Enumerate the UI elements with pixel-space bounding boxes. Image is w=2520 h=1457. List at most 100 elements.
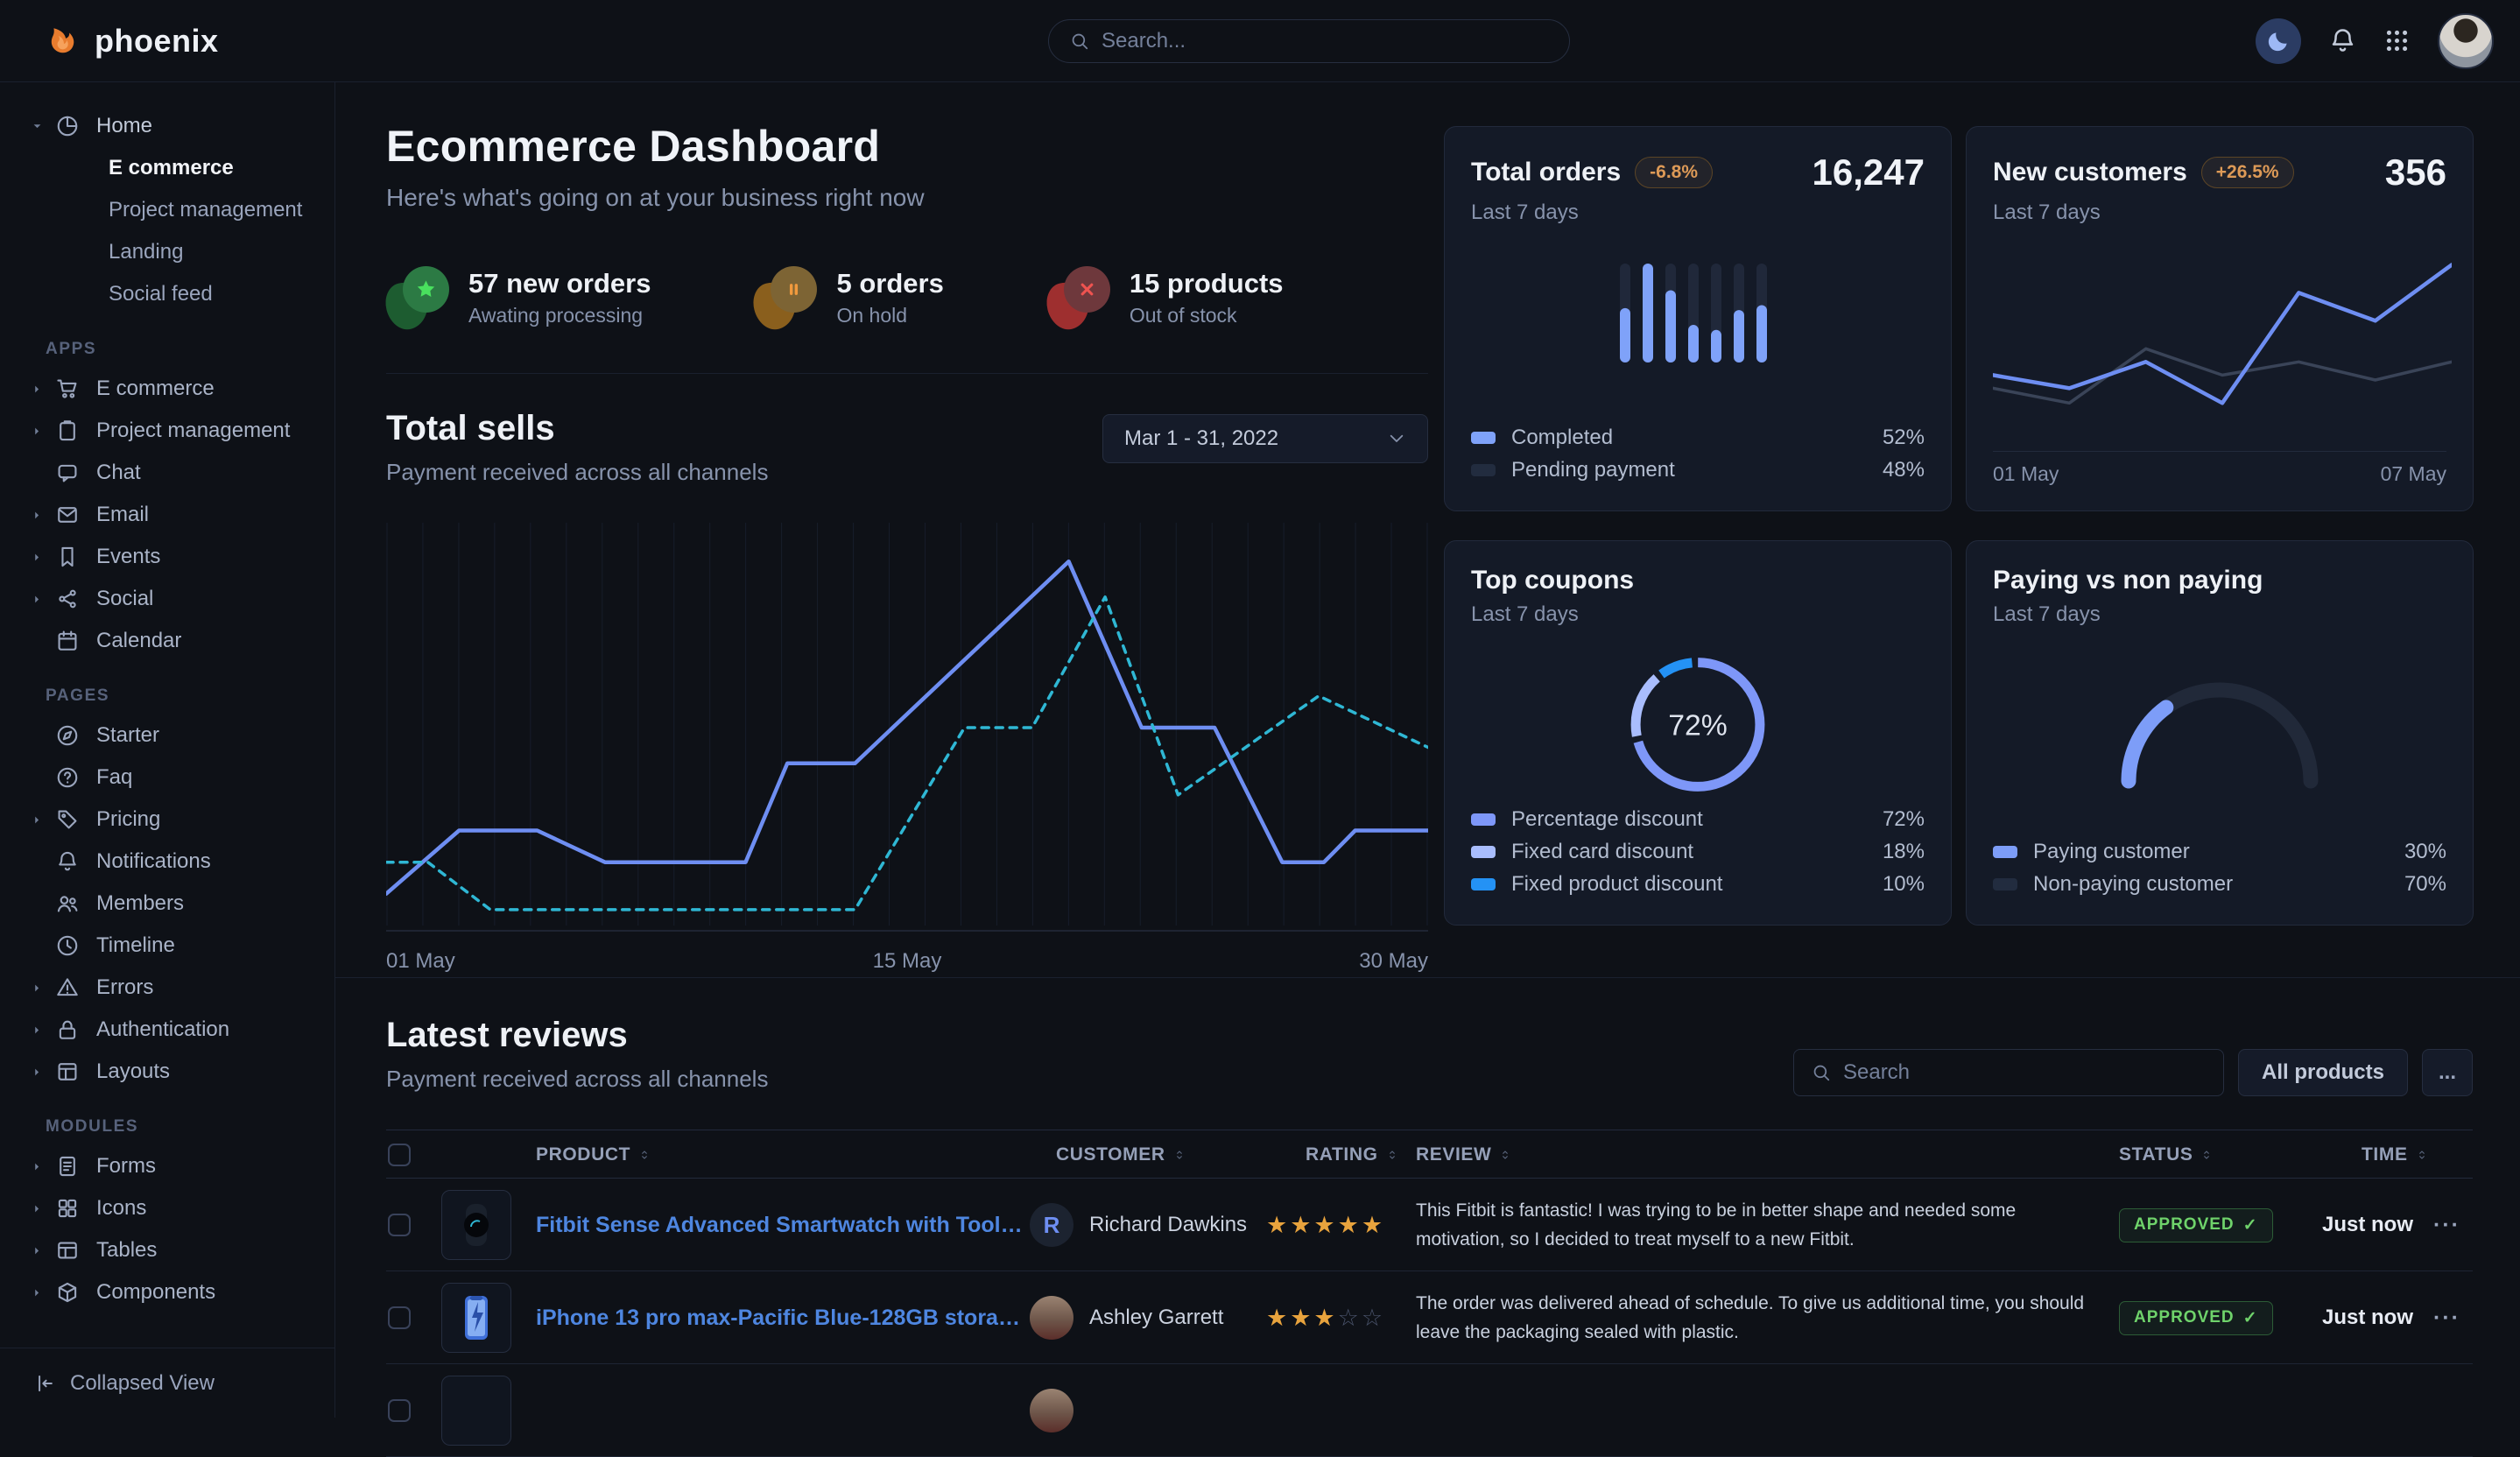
column-header-review[interactable]: REVIEW: [1416, 1130, 1511, 1179]
svg-text:72%: 72%: [1668, 708, 1728, 742]
sidebar-item-label: Errors: [96, 975, 153, 1000]
time-cell: Just now: [2322, 1271, 2413, 1364]
sidebar-item-label: Social: [96, 587, 153, 611]
column-header-rating[interactable]: RATING: [1306, 1130, 1398, 1179]
sidebar-item-timeline[interactable]: Timeline: [0, 925, 334, 967]
legend-value: 72%: [1883, 807, 1925, 832]
sidebar-item-label: Forms: [96, 1154, 156, 1179]
sidebar-item-label: Tables: [96, 1238, 157, 1263]
sidebar-item-errors[interactable]: Errors: [0, 967, 334, 1009]
stat-caption: Out of stock: [1130, 304, 1284, 327]
theme-toggle-button[interactable]: [2256, 18, 2301, 64]
legend-value: 52%: [1883, 426, 1925, 450]
caret-icon: [32, 510, 56, 521]
stat-icon: [386, 266, 449, 329]
row-checkbox[interactable]: [388, 1214, 411, 1236]
clipboard-icon: [56, 419, 81, 442]
sidebar-item-icons[interactable]: Icons: [0, 1187, 334, 1229]
row-more-button[interactable]: ···: [2433, 1213, 2460, 1238]
product-image-cell: [441, 1271, 511, 1364]
sidebar-item-calendar[interactable]: Calendar: [0, 620, 334, 662]
date-range-select[interactable]: Mar 1 - 31, 2022: [1102, 414, 1428, 463]
brand-logo[interactable]: phoenix: [46, 23, 219, 60]
sidebar-item-authentication[interactable]: Authentication: [0, 1009, 334, 1051]
sidebar-item-pricing[interactable]: Pricing: [0, 799, 334, 841]
row-checkbox[interactable]: [388, 1306, 411, 1329]
sidebar-item-tables[interactable]: Tables: [0, 1229, 334, 1271]
sidebar-item-notifications[interactable]: Notifications: [0, 841, 334, 883]
warning-icon: [56, 976, 81, 999]
legend-swatch: [1471, 846, 1496, 858]
x-axis-label: 07 May: [2381, 462, 2446, 486]
caret-icon: [32, 1245, 56, 1256]
sort-icon: [638, 1149, 651, 1161]
sidebar-item-layouts[interactable]: Layouts: [0, 1051, 334, 1093]
reviews-table-header: PRODUCT CUSTOMER RATING REVIEW STATUS TIME: [386, 1130, 2473, 1179]
sidebar-item-e-commerce[interactable]: E commerce: [0, 147, 334, 189]
table-icon: [56, 1239, 81, 1262]
sidebar-item-events[interactable]: Events: [0, 536, 334, 578]
caret-icon: [32, 426, 56, 437]
stat-value: 57 new orders: [468, 268, 651, 299]
sidebar-item-social[interactable]: Social: [0, 578, 334, 620]
sidebar-item-social-feed[interactable]: Social feed: [0, 273, 334, 315]
product-image: [441, 1190, 511, 1260]
card-value: 356: [2385, 151, 2446, 194]
row-checkbox-cell: [388, 1271, 411, 1364]
sidebar-item-chat[interactable]: Chat: [0, 452, 334, 494]
sidebar-item-project-management[interactable]: Project management: [0, 189, 334, 231]
sidebar-item-e-commerce[interactable]: E commerce: [0, 368, 334, 410]
global-search[interactable]: [1048, 19, 1570, 63]
sidebar-nav: HomeE commerceProject managementLandingS…: [0, 105, 334, 1313]
column-header-time[interactable]: TIME: [2362, 1130, 2428, 1179]
caret-icon: [32, 384, 56, 395]
sidebar-item-project-management[interactable]: Project management: [0, 410, 334, 452]
sidebar-item-label: Authentication: [96, 1017, 229, 1042]
reviews-search-input[interactable]: [1843, 1060, 2206, 1085]
apps-grid-button[interactable]: [2384, 28, 2410, 53]
column-header-customer[interactable]: CUSTOMER: [1056, 1130, 1186, 1179]
rating-stars-empty: ☆☆: [1338, 1305, 1385, 1331]
caret-icon: [32, 982, 56, 994]
all-products-button[interactable]: All products: [2238, 1049, 2408, 1096]
sidebar-item-components[interactable]: Components: [0, 1271, 334, 1313]
table-row: iPhone 13 pro max-Pacific Blue-128GB sto…: [386, 1271, 2473, 1364]
paying-legend: Paying customer30%Non-paying customer70%: [1993, 835, 2446, 900]
legend-swatch: [1993, 846, 2017, 858]
sidebar-item-email[interactable]: Email: [0, 494, 334, 536]
column-header-product[interactable]: PRODUCT: [536, 1130, 651, 1179]
global-search-input[interactable]: [1102, 29, 1548, 53]
row-more-button[interactable]: ···: [2433, 1306, 2460, 1331]
sidebar-item-landing[interactable]: Landing: [0, 231, 334, 273]
stat-57-new-orders: 57 new ordersAwating processing: [386, 266, 651, 329]
column-header-status[interactable]: STATUS: [2119, 1130, 2213, 1179]
stat-circle: [403, 266, 449, 313]
sidebar-item-faq[interactable]: Faq: [0, 757, 334, 799]
collapsed-view-toggle[interactable]: Collapsed View: [0, 1348, 334, 1418]
sidebar-item-members[interactable]: Members: [0, 883, 334, 925]
file-text-icon: [56, 1155, 81, 1178]
main-content: Ecommerce Dashboard Here's what's going …: [335, 82, 2520, 1418]
stat-text: 5 ordersOn hold: [836, 268, 943, 327]
reviews-search[interactable]: [1793, 1049, 2224, 1096]
product-link[interactable]: iPhone 13 pro max-Pacific Blue-128GB sto…: [536, 1306, 1023, 1331]
customer-cell: [1030, 1364, 1073, 1457]
sidebar-item-home[interactable]: Home: [0, 105, 334, 147]
sidebar-item-forms[interactable]: Forms: [0, 1145, 334, 1187]
card-subtitle: Last 7 days: [1993, 602, 2446, 627]
stat-circle: [771, 266, 817, 313]
select-all-checkbox[interactable]: [388, 1144, 411, 1166]
row-checkbox[interactable]: [388, 1399, 411, 1422]
product-link[interactable]: Fitbit Sense Advanced Smartwatch with To…: [536, 1213, 1023, 1238]
page-subtitle: Here's what's going on at your business …: [386, 184, 1428, 212]
latest-reviews-title: Latest reviews: [386, 1016, 768, 1055]
x-axis-label: 01 May: [386, 949, 455, 974]
status-badge: APPROVED✓: [2119, 1208, 2273, 1242]
user-avatar[interactable]: [2438, 13, 2494, 69]
reviews-more-button[interactable]: ...: [2422, 1049, 2473, 1096]
sidebar-item-starter[interactable]: Starter: [0, 714, 334, 757]
notifications-button[interactable]: [2329, 27, 2356, 54]
top-coupons-legend: Percentage discount72%Fixed card discoun…: [1471, 803, 1925, 900]
reviews-table-body: Fitbit Sense Advanced Smartwatch with To…: [386, 1179, 2473, 1457]
legend-label: Paying customer: [2033, 840, 2190, 864]
